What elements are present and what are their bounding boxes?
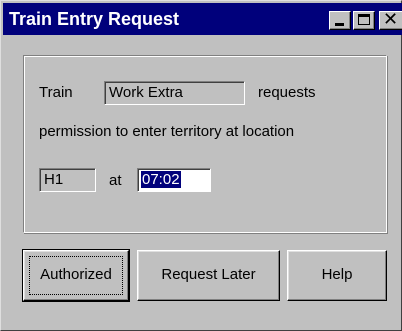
authorized-button-label: Authorized [40, 266, 112, 283]
train-name-field: Work Extra [104, 81, 245, 105]
maximize-icon [358, 14, 370, 25]
authorized-button[interactable]: Authorized [22, 249, 130, 302]
close-icon: ✕ [383, 9, 399, 30]
permission-text: permission to enter territory at locatio… [39, 123, 295, 140]
maximize-button[interactable] [353, 11, 375, 30]
window-title: Train Entry Request [9, 9, 180, 29]
request-later-button[interactable]: Request Later [137, 250, 280, 301]
request-later-button-label: Request Later [161, 266, 256, 283]
location-field: H1 [39, 168, 96, 192]
train-entry-request-dialog: Train Entry Request ✕ Train Work Extra r… [0, 0, 402, 331]
at-label: at [109, 172, 122, 189]
time-input[interactable]: 07:02 [137, 168, 211, 192]
close-button[interactable]: ✕ [379, 9, 402, 30]
minimize-button[interactable] [329, 11, 351, 30]
requests-label: requests [258, 84, 316, 101]
time-input-value: 07:02 [141, 171, 181, 188]
title-bar[interactable]: Train Entry Request ✕ [3, 3, 402, 35]
minimize-icon [335, 23, 344, 26]
help-button[interactable]: Help [287, 250, 387, 301]
train-label: Train [39, 84, 73, 101]
help-button-label: Help [321, 266, 353, 283]
